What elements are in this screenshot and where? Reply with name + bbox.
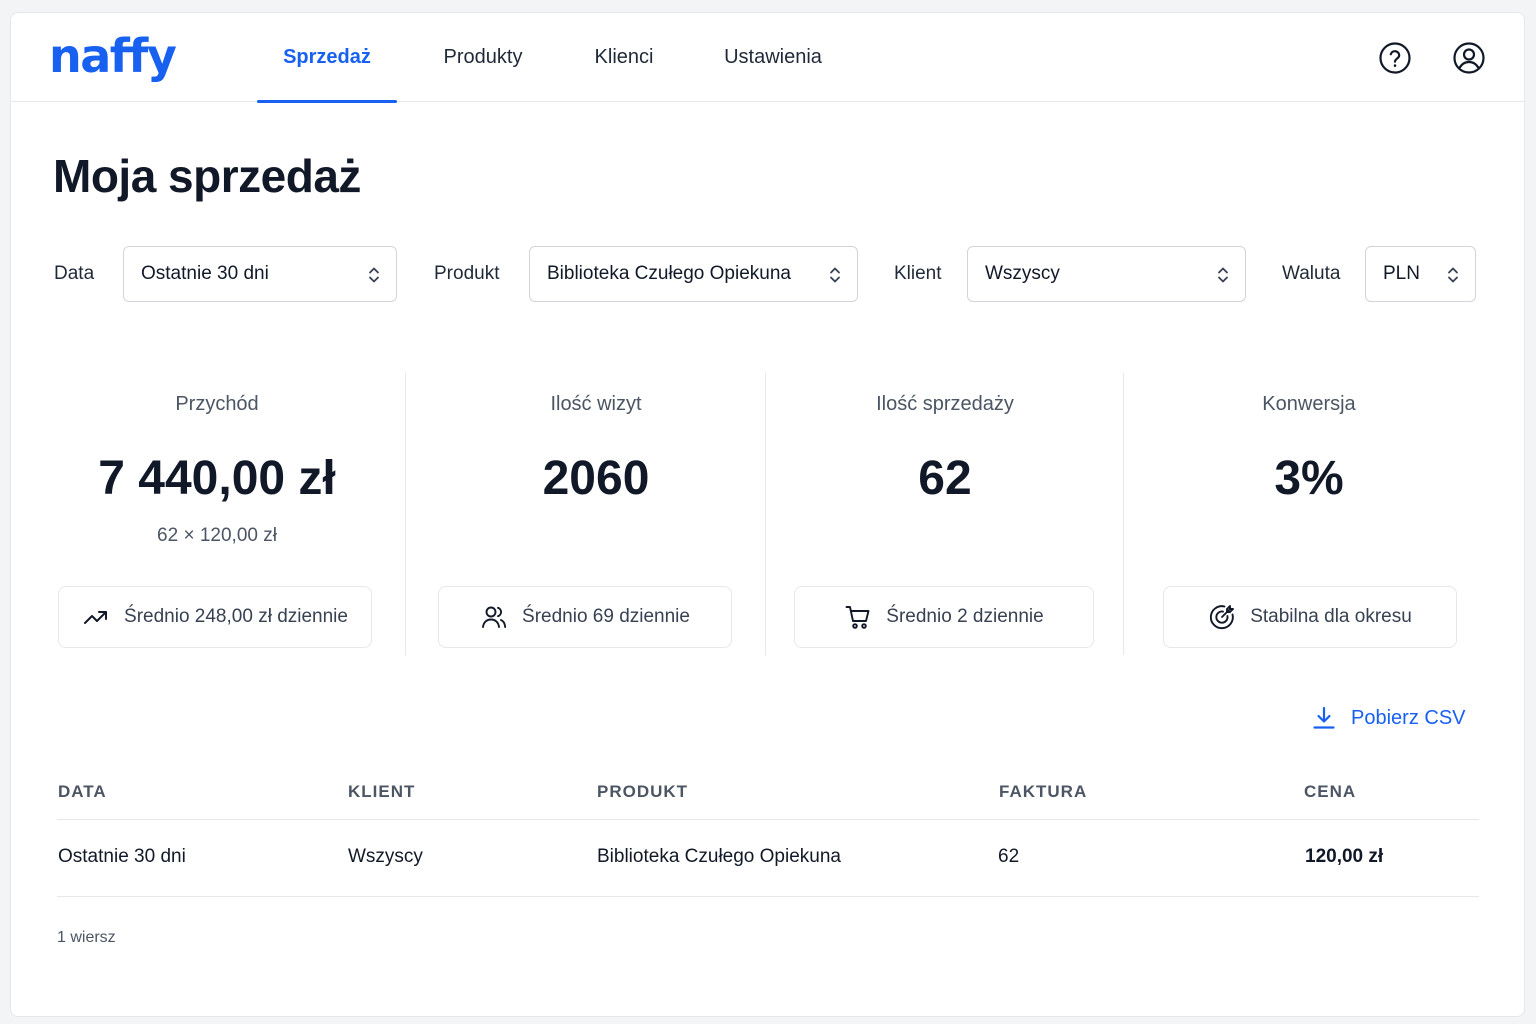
metric-conversion: Konwersja 3% Stabilna dla okresu bbox=[1124, 373, 1494, 655]
product-filter-label: Produkt bbox=[434, 263, 500, 284]
currency-select-value: PLN bbox=[1383, 263, 1420, 284]
client-select-value: Wszyscy bbox=[985, 263, 1060, 284]
cell-price: 120,00 zł bbox=[1305, 846, 1384, 867]
metric-label: Przychód bbox=[175, 393, 259, 415]
trend-up-icon bbox=[84, 611, 108, 624]
metric-sub: 62 × 120,00 zł bbox=[157, 525, 277, 546]
cell-client: Wszyscy bbox=[348, 846, 423, 867]
column-header-client[interactable]: KLIENT bbox=[348, 782, 415, 802]
tab-clients[interactable]: Klienci bbox=[569, 13, 679, 102]
cart-icon bbox=[845, 606, 870, 629]
metric-note-text: Stabilna dla okresu bbox=[1250, 606, 1412, 627]
chevron-updown-icon bbox=[1448, 267, 1458, 283]
app-window: naffy Sprzedaż Produkty Klienci Ustawien… bbox=[10, 12, 1525, 1017]
cell-date: Ostatnie 30 dni bbox=[58, 846, 186, 867]
client-filter-label: Klient bbox=[894, 263, 942, 284]
sales-table: DATA KLIENT PRODUKT FAKTURA CENA Ostatni… bbox=[57, 768, 1479, 897]
date-filter-label: Data bbox=[54, 263, 95, 284]
metric-label: Ilość wizyt bbox=[550, 393, 642, 415]
download-csv-button[interactable]: Pobierz CSV bbox=[1311, 705, 1466, 731]
users-icon bbox=[482, 606, 507, 628]
product-select[interactable]: Biblioteka Czułego Opiekuna bbox=[529, 246, 858, 302]
chevron-updown-icon bbox=[1218, 267, 1228, 283]
top-bar: naffy Sprzedaż Produkty Klienci Ustawien… bbox=[11, 13, 1524, 103]
main-nav: Sprzedaż Produkty Klienci Ustawienia bbox=[257, 13, 867, 103]
row-count: 1 wiersz bbox=[57, 929, 116, 946]
metric-value: 62 bbox=[918, 452, 972, 505]
metric-note: Średnio 2 dziennie bbox=[794, 586, 1094, 648]
tab-settings[interactable]: Ustawienia bbox=[679, 13, 867, 102]
metric-note-text: Średnio 248,00 zł dziennie bbox=[124, 606, 348, 627]
chevron-updown-icon bbox=[369, 267, 379, 283]
metric-visits: Ilość wizyt 2060 Średnio 69 dziennie bbox=[431, 373, 761, 655]
metric-revenue: Przychód 7 440,00 zł 62 × 120,00 zł Śred… bbox=[57, 373, 377, 655]
metric-note-text: Średnio 2 dziennie bbox=[886, 606, 1044, 627]
cell-product: Biblioteka Czułego Opiekuna bbox=[597, 846, 841, 867]
target-icon bbox=[1210, 605, 1235, 630]
divider bbox=[405, 373, 406, 655]
column-header-price[interactable]: CENA bbox=[1304, 782, 1356, 802]
product-select-value: Biblioteka Czułego Opiekuna bbox=[547, 263, 791, 284]
metric-value: 2060 bbox=[542, 452, 650, 505]
tab-products[interactable]: Produkty bbox=[397, 13, 569, 102]
metric-label: Konwersja bbox=[1262, 393, 1356, 415]
date-select-value: Ostatnie 30 dni bbox=[141, 263, 269, 284]
metric-value: 7 440,00 zł bbox=[98, 452, 336, 505]
metric-note: Stabilna dla okresu bbox=[1163, 586, 1457, 648]
download-csv-label: Pobierz CSV bbox=[1351, 706, 1466, 729]
table-row[interactable]: Ostatnie 30 dni Wszyscy Biblioteka Czułe… bbox=[57, 820, 1479, 897]
metric-note: Średnio 69 dziennie bbox=[438, 586, 732, 648]
metric-note: Średnio 248,00 zł dziennie bbox=[58, 586, 372, 648]
date-select[interactable]: Ostatnie 30 dni bbox=[123, 246, 397, 302]
help-icon[interactable] bbox=[1378, 41, 1412, 75]
tab-sales[interactable]: Sprzedaż bbox=[257, 13, 397, 103]
metric-note-text: Średnio 69 dziennie bbox=[522, 606, 690, 627]
user-icon[interactable] bbox=[1452, 41, 1486, 75]
table-header: DATA KLIENT PRODUKT FAKTURA CENA bbox=[57, 768, 1479, 820]
column-header-product[interactable]: PRODUKT bbox=[597, 782, 688, 802]
download-icon bbox=[1313, 706, 1335, 729]
currency-filter-label: Waluta bbox=[1282, 263, 1341, 284]
column-header-invoice[interactable]: FAKTURA bbox=[999, 782, 1087, 802]
client-select[interactable]: Wszyscy bbox=[967, 246, 1246, 302]
chevron-updown-icon bbox=[830, 267, 840, 283]
cell-invoice: 62 bbox=[998, 846, 1020, 867]
currency-select[interactable]: PLN bbox=[1365, 246, 1476, 302]
page-title: Moja sprzedaż bbox=[53, 150, 361, 202]
divider bbox=[765, 373, 766, 655]
metric-sales: Ilość sprzedaży 62 Średnio 2 dziennie bbox=[767, 373, 1123, 655]
metric-value: 3% bbox=[1274, 452, 1344, 505]
column-header-date[interactable]: DATA bbox=[58, 782, 107, 802]
logo[interactable]: naffy bbox=[49, 29, 177, 83]
metric-label: Ilość sprzedaży bbox=[876, 393, 1014, 415]
